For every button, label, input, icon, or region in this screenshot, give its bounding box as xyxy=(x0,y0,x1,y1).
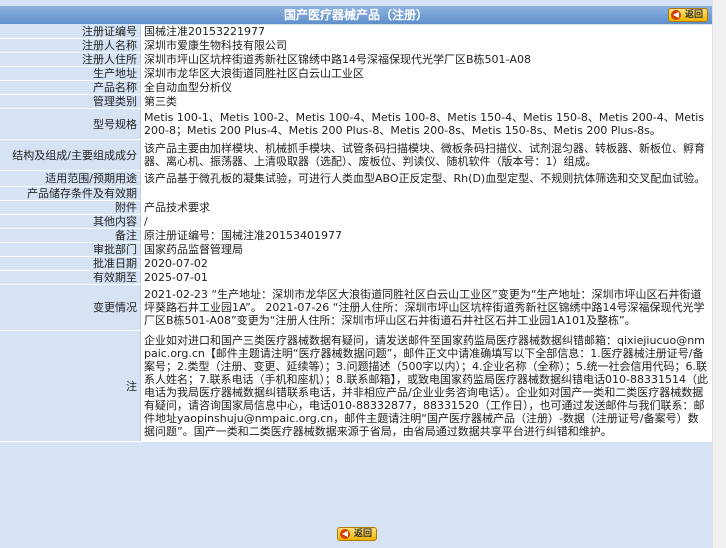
row-value: / xyxy=(140,215,712,228)
back-label: 返回 xyxy=(354,529,373,539)
table-row: 注册证编号 国械注准20153221977 xyxy=(0,25,712,39)
table-row: 适用范围/预期用途 该产品基于微孔板的凝集试验，可进行人类血型ABO正反定型、Rh… xyxy=(0,171,712,187)
row-label: 产品名称 xyxy=(0,81,140,94)
back-button-bottom[interactable]: ◀ 返回 xyxy=(337,527,378,541)
row-label: 审批部门 xyxy=(0,243,140,256)
table-row: 注册人名称 深圳市爱康生物科技有限公司 xyxy=(0,39,712,53)
row-label: 生产地址 xyxy=(0,67,140,80)
row-label: 适用范围/预期用途 xyxy=(0,171,140,186)
row-value: 原注册证编号：国械注准20153401977 xyxy=(140,229,712,242)
table-row: 审批部门 国家药品监督管理局 xyxy=(0,243,712,257)
table-row: 注企业如对进口和国产三类医疗器械数据有疑问，请发送邮件至国家药监局医疗器械数据纠… xyxy=(0,331,712,442)
row-label: 附件 xyxy=(0,201,140,214)
table-row: 注册人住所 深圳市坪山区坑梓街道秀新社区锦绣中路14号深福保现代光学厂区B栋501… xyxy=(0,53,712,67)
back-button-top[interactable]: ◀ 返回 xyxy=(667,8,708,22)
row-value: 深圳市龙华区大浪街道同胜社区白云山工业区 xyxy=(140,67,712,80)
table-row: 产品储存条件及有效期 xyxy=(0,187,712,201)
row-value: 国械注准20153221977 xyxy=(140,25,712,38)
row-value: 深圳市爱康生物科技有限公司 xyxy=(140,39,712,52)
row-value: 2020-07-02 xyxy=(140,257,712,270)
row-label: 结构及组成/主要组成成分 xyxy=(0,140,140,170)
detail-table: 注册证编号 国械注准20153221977 注册人名称 深圳市爱康生物科技有限公司 注册… xyxy=(0,25,712,442)
page-header: 国产医疗器械产品（注册） ◀ 返回 xyxy=(0,6,712,24)
row-value: 企业如对进口和国产三类医疗器械数据有疑问，请发送邮件至国家药监局医疗器械数据纠错… xyxy=(140,331,712,441)
table-row: 型号规格 Metis 100-1、Metis 100-2、Metis 100-4、… xyxy=(0,109,712,140)
row-label: 有效期至 xyxy=(0,271,140,284)
row-label: 注册人住所 xyxy=(0,53,140,66)
row-label: 注册证编号 xyxy=(0,25,140,38)
row-value: 该产品基于微孔板的凝集试验，可进行人类血型ABO正反定型、Rh(D)血型定型、不… xyxy=(140,171,712,186)
row-label: 批准日期 xyxy=(0,257,140,270)
table-row: 管理类别 第三类 xyxy=(0,95,712,109)
table-row: 结构及组成/主要组成成分 该产品主要由加样模块、机械抓手模块、试管条码扫描模块、微… xyxy=(0,140,712,171)
table-row: 其他内容 / xyxy=(0,215,712,229)
row-value: 深圳市坪山区坑梓街道秀新社区锦绣中路14号深福保现代光学厂区B栋501-A08 xyxy=(140,53,712,66)
row-value: 全自动血型分析仪 xyxy=(140,81,712,94)
row-label: 其他内容 xyxy=(0,215,140,228)
back-arrow-icon: ◀ xyxy=(340,529,350,539)
row-value: 国家药品监督管理局 xyxy=(140,243,712,256)
row-value: Metis 100-1、Metis 100-2、Metis 100-4、Meti… xyxy=(140,109,712,139)
row-label: 产品储存条件及有效期 xyxy=(0,187,140,200)
row-value: 该产品主要由加样模块、机械抓手模块、试管条码扫描模块、微板条码扫描仪、试剂混匀器… xyxy=(140,140,712,170)
row-value: 产品技术要求 xyxy=(140,201,712,214)
page-container: 国产医疗器械产品（注册） ◀ 返回 注册证编号 国械注准20153221977 注册… xyxy=(0,0,712,548)
row-label: 注册人名称 xyxy=(0,39,140,52)
table-row: 附件 产品技术要求 xyxy=(0,201,712,215)
page-title: 国产医疗器械产品（注册） xyxy=(283,8,428,22)
back-arrow-icon: ◀ xyxy=(670,10,681,20)
back-label: 返回 xyxy=(684,10,703,20)
row-value: 2025-07-01 xyxy=(140,271,712,284)
scrollbar[interactable] xyxy=(712,0,726,548)
table-row: 备注 原注册证编号：国械注准20153401977 xyxy=(0,229,712,243)
row-label: 备注 xyxy=(0,229,140,242)
table-row: 有效期至 2025-07-01 xyxy=(0,271,712,285)
row-label: 管理类别 xyxy=(0,95,140,108)
row-label: 变更情况 xyxy=(0,285,140,330)
table-row: 生产地址 深圳市龙华区大浪街道同胜社区白云山工业区 xyxy=(0,67,712,81)
row-value xyxy=(140,187,712,200)
table-row: 批准日期 2020-07-02 xyxy=(0,257,712,271)
row-label: 型号规格 xyxy=(0,109,140,139)
table-row: 产品名称 全自动血型分析仪 xyxy=(0,81,712,95)
row-value: 第三类 xyxy=(140,95,712,108)
row-value: 2021-02-23 “生产地址：深圳市龙华区大浪街道同胜社区白云山工业区”变更… xyxy=(140,285,712,330)
table-row: 变更情况 2021-02-23 “生产地址：深圳市龙华区大浪街道同胜社区白云山工业… xyxy=(0,285,712,331)
row-label: 注 xyxy=(0,331,140,441)
